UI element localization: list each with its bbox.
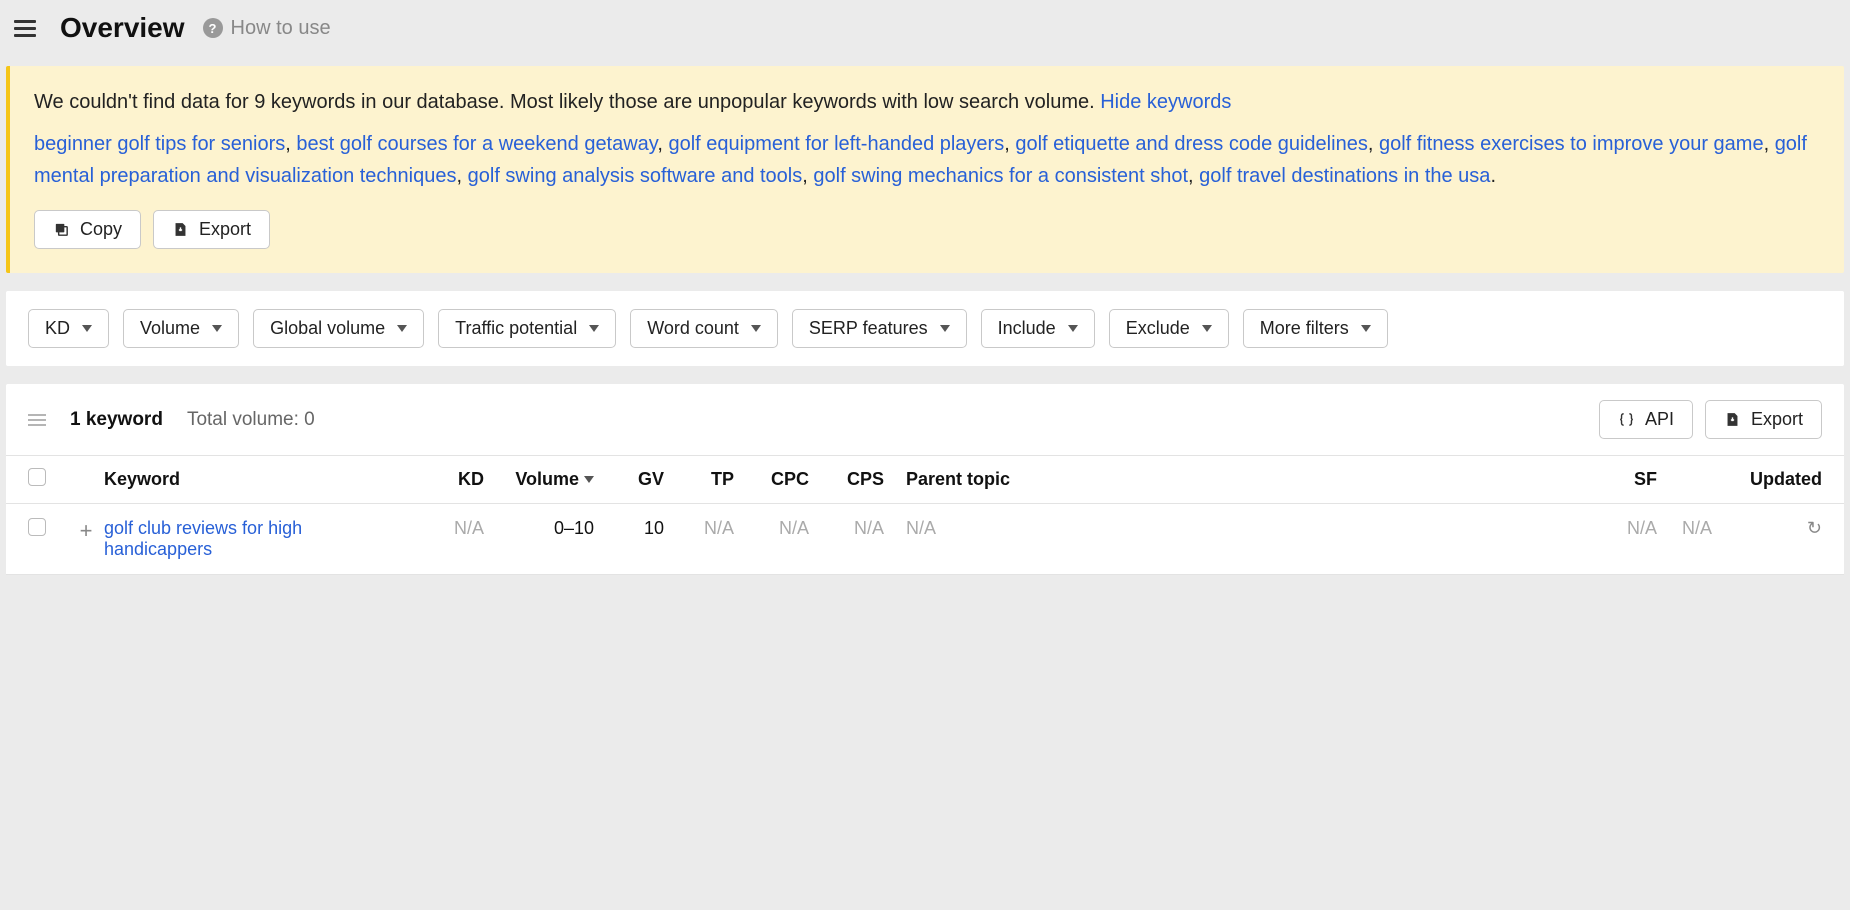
filter-serp-features[interactable]: SERP features: [792, 309, 967, 348]
chevron-down-icon: [397, 325, 407, 332]
chevron-down-icon: [1361, 325, 1371, 332]
filters-panel: KD Volume Global volume Traffic potential Wo…: [6, 291, 1844, 366]
alert-text: We couldn't find data for 9 keywords in …: [34, 91, 1100, 113]
col-updated[interactable]: Updated: [1712, 469, 1822, 490]
alert-box: We couldn't find data for 9 keywords in …: [6, 66, 1844, 273]
missing-keyword-link[interactable]: golf swing analysis software and tools: [468, 165, 803, 187]
col-sf[interactable]: SF: [1597, 469, 1657, 490]
filter-volume[interactable]: Volume: [123, 309, 239, 348]
api-button[interactable]: API: [1599, 400, 1693, 439]
cell-tp: N/A: [664, 518, 734, 539]
filter-word-count[interactable]: Word count: [630, 309, 778, 348]
cell-sf2: N/A: [1657, 518, 1712, 539]
table-header: Keyword KD Volume GV TP CPC CPS Parent t…: [6, 456, 1844, 504]
missing-keyword-link[interactable]: golf travel destinations in the usa: [1199, 165, 1490, 187]
chevron-down-icon: [940, 325, 950, 332]
cell-volume: 0–10: [484, 518, 594, 539]
filter-exclude[interactable]: Exclude: [1109, 309, 1229, 348]
sort-desc-icon: [584, 476, 594, 483]
total-volume: Total volume: 0: [187, 409, 315, 431]
missing-keyword-link[interactable]: best golf courses for a weekend getaway: [296, 133, 657, 155]
cell-sf: N/A: [1597, 518, 1657, 539]
missing-keyword-link[interactable]: golf etiquette and dress code guidelines: [1015, 133, 1367, 155]
results-export-label: Export: [1751, 409, 1803, 430]
keyword-link[interactable]: golf club reviews for high handicappers: [104, 518, 302, 559]
chevron-down-icon: [1068, 325, 1078, 332]
col-gv[interactable]: GV: [594, 469, 664, 490]
cell-gv: 10: [594, 518, 664, 539]
chevron-down-icon: [751, 325, 761, 332]
api-label: API: [1645, 409, 1674, 430]
export-label: Export: [199, 219, 251, 240]
row-checkbox[interactable]: [28, 518, 46, 536]
refresh-icon[interactable]: ↻: [1807, 518, 1822, 538]
cell-kd: N/A: [414, 518, 484, 539]
col-cpc[interactable]: CPC: [734, 469, 809, 490]
filter-traffic-potential[interactable]: Traffic potential: [438, 309, 616, 348]
cell-updated: ↻: [1712, 518, 1822, 539]
keyword-count: 1 keyword: [70, 409, 163, 431]
filter-more-filters[interactable]: More filters: [1243, 309, 1388, 348]
braces-icon: [1618, 411, 1635, 428]
missing-keyword-link[interactable]: golf swing mechanics for a consistent sh…: [813, 165, 1188, 187]
download-icon: [1724, 411, 1741, 428]
filter-kd[interactable]: KD: [28, 309, 109, 348]
missing-keyword-link[interactable]: beginner golf tips for seniors: [34, 133, 285, 155]
cell-cps: N/A: [809, 518, 884, 539]
results-export-button[interactable]: Export: [1705, 400, 1822, 439]
col-volume[interactable]: Volume: [484, 469, 594, 490]
question-icon: ?: [203, 18, 223, 38]
list-options-icon[interactable]: [28, 414, 46, 426]
cell-cpc: N/A: [734, 518, 809, 539]
menu-icon[interactable]: [8, 14, 42, 43]
select-all-checkbox[interactable]: [28, 468, 46, 486]
copy-label: Copy: [80, 219, 122, 240]
how-to-use-label: How to use: [231, 17, 331, 40]
export-button[interactable]: Export: [153, 210, 270, 249]
chevron-down-icon: [1202, 325, 1212, 332]
copy-button[interactable]: Copy: [34, 210, 141, 249]
cell-parent: N/A: [884, 518, 1194, 539]
col-parent[interactable]: Parent topic: [884, 469, 1194, 490]
col-kd[interactable]: KD: [414, 469, 484, 490]
missing-keywords-list: beginner golf tips for seniors, best gol…: [34, 128, 1820, 192]
alert-message: We couldn't find data for 9 keywords in …: [34, 86, 1820, 118]
hide-keywords-link[interactable]: Hide keywords: [1100, 91, 1231, 113]
chevron-down-icon: [212, 325, 222, 332]
filter-global-volume[interactable]: Global volume: [253, 309, 424, 348]
col-keyword[interactable]: Keyword: [104, 469, 414, 490]
page-title: Overview: [60, 12, 185, 44]
filter-include[interactable]: Include: [981, 309, 1095, 348]
results-panel: 1 keyword Total volume: 0 API Export Key…: [6, 384, 1844, 575]
table-row: +golf club reviews for high handicappers…: [6, 504, 1844, 575]
chevron-down-icon: [589, 325, 599, 332]
copy-icon: [53, 221, 70, 238]
col-tp[interactable]: TP: [664, 469, 734, 490]
download-icon: [172, 221, 189, 238]
col-cps[interactable]: CPS: [809, 469, 884, 490]
missing-keyword-link[interactable]: golf fitness exercises to improve your g…: [1379, 133, 1764, 155]
missing-keyword-link[interactable]: golf equipment for left-handed players: [668, 133, 1004, 155]
how-to-use-link[interactable]: ? How to use: [203, 17, 331, 40]
expand-icon[interactable]: +: [68, 518, 104, 544]
chevron-down-icon: [82, 325, 92, 332]
